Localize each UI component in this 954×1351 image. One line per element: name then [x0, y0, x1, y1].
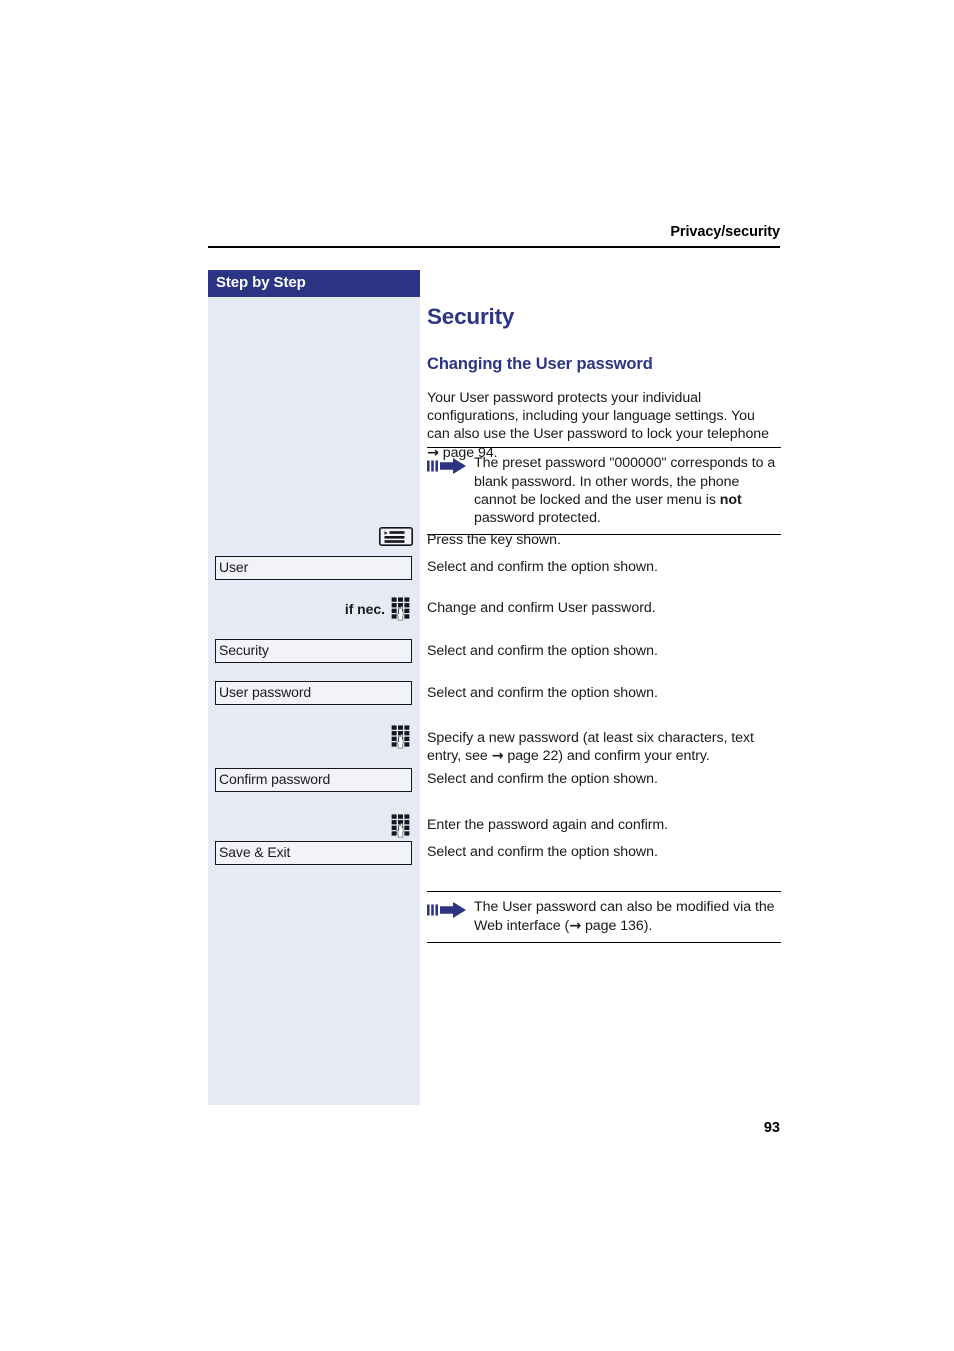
step-description: Change and confirm User password. [427, 600, 656, 616]
page-number: 93 [763, 1120, 780, 1136]
keypad-icon [391, 597, 410, 621]
blue-arrow-icon [427, 902, 466, 919]
emphasis: not [719, 491, 742, 508]
menu-option-box[interactable]: Save & Exit [215, 841, 412, 865]
section-subtitle: Changing the User password [427, 355, 653, 373]
step-description: Select and confirm the option shown. [427, 771, 658, 787]
step-by-step-title: Step by Step [216, 274, 306, 291]
step-description: Select and confirm the option shown. [427, 643, 658, 659]
step-description: Select and confirm the option shown. [427, 844, 658, 860]
step-description: Enter the password again and confirm. [427, 817, 669, 833]
menu-option-label: User [219, 559, 249, 575]
keypad-icon [391, 814, 410, 838]
note-box-preset-password: The preset password "000000" corresponds… [427, 447, 781, 536]
menu-option-box[interactable]: User [215, 556, 412, 580]
note-box-web-interface: The User password can also be modified v… [427, 891, 781, 943]
step-description: Select and confirm the option shown. [427, 559, 658, 575]
arrow-glyph-icon: → [491, 748, 504, 765]
step-description: Specify a new password (at least six cha… [427, 730, 754, 765]
menu-option-label: Confirm password [219, 771, 331, 787]
step-description: Press the key shown. [427, 532, 561, 548]
running-header: Privacy/security [670, 224, 780, 240]
menu-key-icon [379, 527, 414, 546]
manual-page: Privacy/security Step by Step Security C… [0, 0, 954, 1351]
menu-option-label: User password [219, 684, 312, 700]
header-rule [208, 246, 780, 248]
keypad-icon [391, 725, 410, 749]
menu-option-box[interactable]: User password [215, 681, 412, 705]
if-necessary-label: if nec. [344, 601, 385, 617]
page-title: Security [427, 304, 515, 329]
menu-key-icon-wrapper[interactable] [379, 527, 414, 546]
menu-option-label: Security [219, 642, 269, 658]
keypad-icon-wrapper[interactable] [391, 725, 411, 749]
menu-option-label: Save & Exit [219, 844, 291, 860]
menu-option-box[interactable]: Confirm password [215, 768, 412, 792]
note-bottom-rule [427, 941, 781, 943]
arrow-glyph-icon: → [569, 917, 582, 934]
keypad-icon-wrapper[interactable] [391, 597, 411, 621]
note-text: The preset password "000000" corresponds… [474, 455, 776, 526]
menu-option-box[interactable]: Security [215, 639, 412, 663]
keypad-icon-wrapper[interactable] [391, 814, 411, 838]
step-description: Select and confirm the option shown. [427, 685, 658, 701]
blue-arrow-icon [427, 458, 466, 475]
note-text: The User password can also be modified v… [474, 899, 775, 934]
